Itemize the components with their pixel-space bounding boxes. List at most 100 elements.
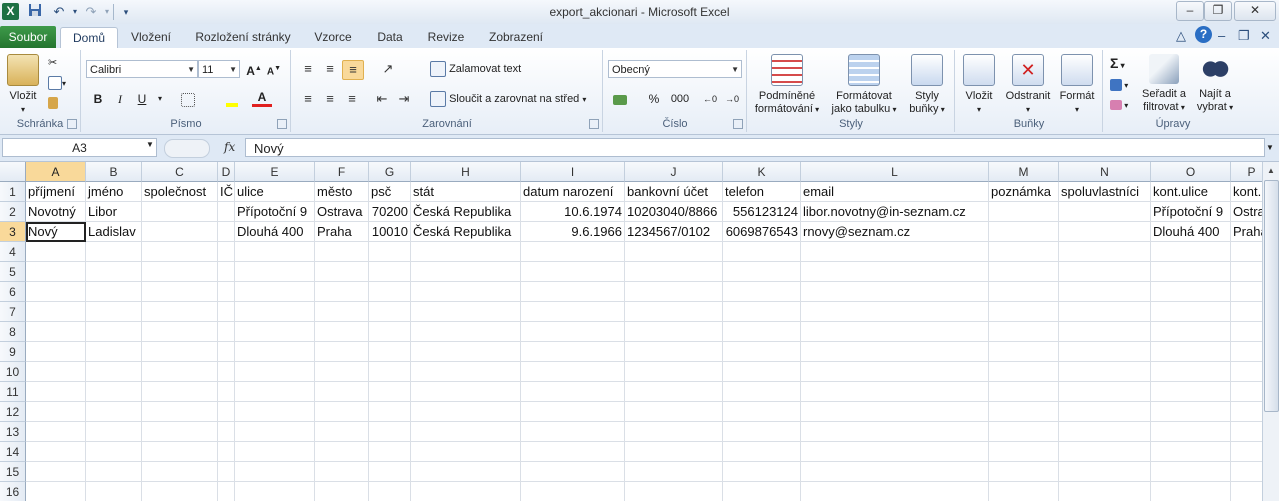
cell[interactable] <box>801 462 989 482</box>
cell[interactable] <box>1059 282 1151 302</box>
cell[interactable] <box>1151 462 1231 482</box>
cell[interactable] <box>521 402 625 422</box>
cell[interactable] <box>315 402 369 422</box>
cell[interactable] <box>801 322 989 342</box>
cell[interactable] <box>521 422 625 442</box>
cell[interactable] <box>315 262 369 282</box>
cell[interactable]: jméno <box>86 182 142 202</box>
row-header[interactable]: 3 <box>0 222 26 242</box>
cell[interactable] <box>625 342 723 362</box>
cell[interactable]: Novotný <box>26 202 86 222</box>
cut-icon[interactable]: ✂ <box>48 54 57 72</box>
format-as-table-button[interactable]: Formátovat jako tabulku ▾ <box>826 54 902 116</box>
cell[interactable] <box>801 282 989 302</box>
cell[interactable] <box>521 362 625 382</box>
cell[interactable] <box>625 322 723 342</box>
merge-center-button[interactable]: Sloučit a zarovnat na střed ▾ <box>430 90 586 108</box>
row-header[interactable]: 7 <box>0 302 26 322</box>
cell[interactable]: Praha <box>315 222 369 242</box>
cell[interactable] <box>989 402 1059 422</box>
cell[interactable] <box>989 382 1059 402</box>
cell[interactable]: Česká Republika <box>411 202 521 222</box>
row-header[interactable]: 16 <box>0 482 26 501</box>
cell[interactable] <box>1151 342 1231 362</box>
cell[interactable] <box>801 242 989 262</box>
font-color-icon[interactable]: A <box>252 90 272 107</box>
column-header[interactable]: O <box>1151 162 1231 182</box>
currency-icon[interactable] <box>610 90 630 108</box>
cell[interactable] <box>315 302 369 322</box>
cell[interactable] <box>1151 382 1231 402</box>
cell[interactable] <box>235 362 315 382</box>
cell[interactable]: 10.6.1974 <box>521 202 625 222</box>
cell[interactable]: 9.6.1966 <box>521 222 625 242</box>
cell[interactable] <box>989 442 1059 462</box>
cell[interactable] <box>723 362 801 382</box>
find-select-button[interactable]: Najít a vybrat ▾ <box>1192 54 1238 114</box>
cell[interactable] <box>1151 402 1231 422</box>
cell[interactable] <box>315 282 369 302</box>
cell[interactable] <box>369 482 411 501</box>
cell[interactable] <box>989 222 1059 242</box>
cell[interactable]: 10010 <box>369 222 411 242</box>
clipboard-launcher-icon[interactable] <box>67 119 77 129</box>
cell[interactable] <box>142 482 218 501</box>
column-header[interactable]: L <box>801 162 989 182</box>
cell[interactable] <box>315 422 369 442</box>
cell[interactable] <box>235 262 315 282</box>
cell[interactable] <box>86 442 142 462</box>
cell[interactable]: Přípotoční 9 <box>1151 202 1231 222</box>
cell[interactable] <box>315 362 369 382</box>
cell[interactable] <box>411 242 521 262</box>
cell[interactable] <box>142 322 218 342</box>
cell[interactable] <box>411 382 521 402</box>
insert-function-icon[interactable]: fx <box>224 140 235 154</box>
cell[interactable] <box>235 302 315 322</box>
column-header[interactable]: A <box>26 162 86 182</box>
cell[interactable] <box>235 482 315 501</box>
cell[interactable] <box>218 222 235 242</box>
cell[interactable] <box>723 242 801 262</box>
cell[interactable] <box>801 262 989 282</box>
cell[interactable] <box>801 482 989 501</box>
cell[interactable] <box>315 242 369 262</box>
cell[interactable] <box>369 362 411 382</box>
alignment-launcher-icon[interactable] <box>589 119 599 129</box>
cell[interactable] <box>235 442 315 462</box>
cell[interactable] <box>86 322 142 342</box>
cell[interactable] <box>625 242 723 262</box>
cell[interactable]: Nový <box>26 222 86 242</box>
cell[interactable] <box>625 402 723 422</box>
expand-formula-bar-icon[interactable]: ▼ <box>1266 143 1274 152</box>
column-header[interactable]: B <box>86 162 142 182</box>
cell[interactable] <box>26 342 86 362</box>
close-button[interactable]: ✕ <box>1234 1 1276 21</box>
autosum-button[interactable]: Σ ▾ <box>1110 54 1125 72</box>
cell[interactable] <box>1151 262 1231 282</box>
cell[interactable] <box>411 342 521 362</box>
cell[interactable] <box>142 342 218 362</box>
cell[interactable]: email <box>801 182 989 202</box>
cell[interactable] <box>369 402 411 422</box>
grow-font-icon[interactable]: A▲ <box>244 60 264 78</box>
cell[interactable] <box>369 442 411 462</box>
cell[interactable] <box>625 262 723 282</box>
cell[interactable] <box>369 302 411 322</box>
row-header[interactable]: 11 <box>0 382 26 402</box>
cell[interactable] <box>142 422 218 442</box>
number-launcher-icon[interactable] <box>733 119 743 129</box>
percent-button[interactable]: % <box>644 90 664 108</box>
formula-toggle[interactable] <box>164 139 210 158</box>
cell[interactable] <box>218 402 235 422</box>
cell[interactable] <box>1059 442 1151 462</box>
column-header[interactable]: I <box>521 162 625 182</box>
cell[interactable] <box>723 262 801 282</box>
row-header[interactable]: 9 <box>0 342 26 362</box>
italic-button[interactable]: I <box>110 90 130 108</box>
cell[interactable]: Přípotoční 9 <box>235 202 315 222</box>
row-header[interactable]: 4 <box>0 242 26 262</box>
cell[interactable]: datum narození <box>521 182 625 202</box>
cell[interactable] <box>235 462 315 482</box>
tab-insert[interactable]: Vložení <box>124 27 178 48</box>
cell[interactable] <box>218 242 235 262</box>
